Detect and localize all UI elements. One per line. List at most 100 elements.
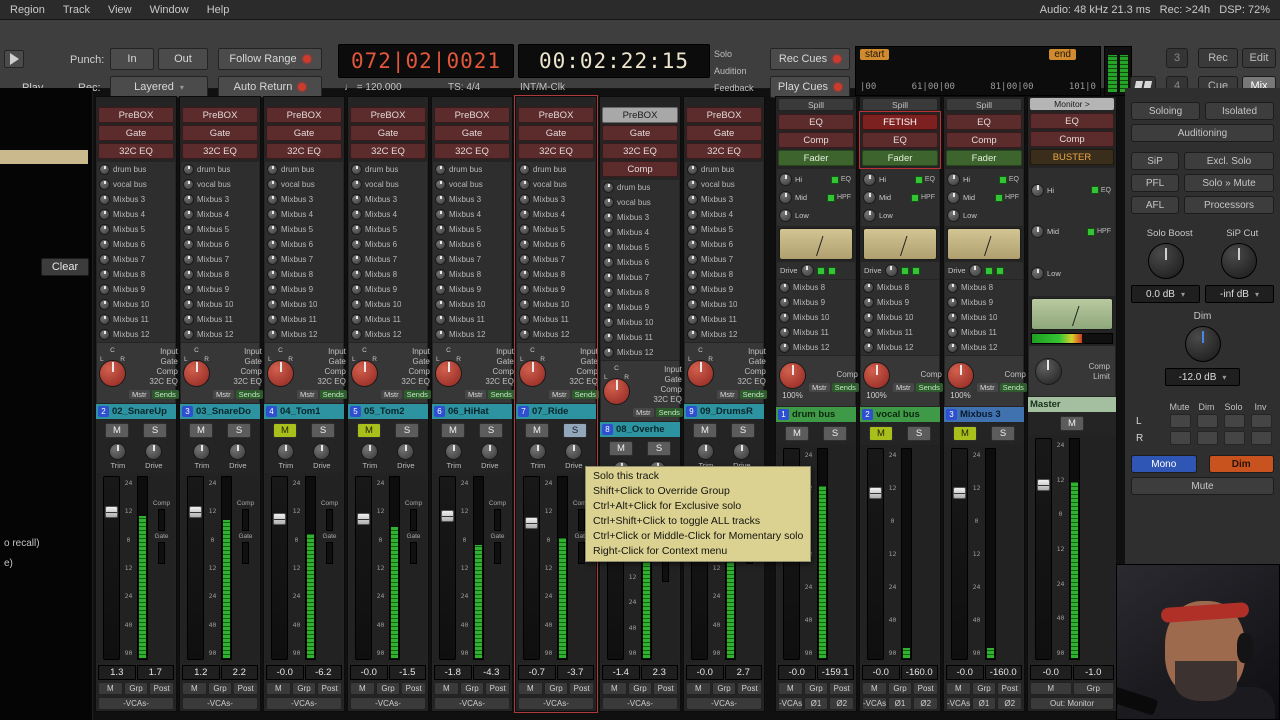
send-mixbus-9[interactable]: Mixbus 9 bbox=[181, 282, 259, 297]
send-knob[interactable] bbox=[435, 269, 446, 280]
l-mute-toggle[interactable] bbox=[1170, 414, 1191, 428]
mstr-button[interactable]: Mstr bbox=[977, 383, 998, 392]
solo-button[interactable]: S bbox=[479, 423, 503, 438]
processor-gate[interactable]: Gate bbox=[182, 125, 258, 141]
track-name[interactable]: 6 06_HiHat bbox=[432, 404, 512, 419]
send-mixbus-11[interactable]: Mixbus 11 bbox=[265, 312, 343, 327]
send-knob[interactable] bbox=[351, 164, 362, 175]
send-knob[interactable] bbox=[99, 314, 110, 325]
bottom-post[interactable]: Post bbox=[233, 682, 259, 695]
isolated-button[interactable]: Isolated bbox=[1205, 102, 1274, 120]
send-knob[interactable] bbox=[435, 224, 446, 235]
fader-handle[interactable] bbox=[357, 513, 370, 526]
send-mixbus-8[interactable]: Mixbus 8 bbox=[777, 280, 855, 295]
mstr-button[interactable]: Mstr bbox=[297, 390, 318, 399]
gain-display[interactable]: -0.7 bbox=[518, 665, 556, 680]
send-knob[interactable] bbox=[603, 287, 614, 298]
bottom-m[interactable]: M bbox=[266, 682, 291, 695]
send-knob[interactable] bbox=[603, 212, 614, 223]
solo-button[interactable]: S bbox=[227, 423, 251, 438]
eq-mid-knob[interactable] bbox=[779, 191, 792, 204]
processor-comp[interactable]: Comp bbox=[1030, 131, 1114, 147]
comp-knob[interactable] bbox=[779, 362, 806, 389]
send-mixbus-5[interactable]: Mixbus 5 bbox=[97, 222, 175, 237]
send-mixbus-10[interactable]: Mixbus 10 bbox=[861, 310, 939, 325]
sends-button[interactable]: Sends bbox=[319, 390, 347, 399]
eq-hi-knob[interactable] bbox=[947, 173, 960, 186]
sends-button[interactable]: Sends bbox=[655, 408, 683, 417]
bottom--vcas-[interactable]: -VCAs- bbox=[862, 697, 887, 710]
send-mixbus-6[interactable]: Mixbus 6 bbox=[517, 237, 595, 252]
send-vocal-bus[interactable]: vocal bus bbox=[265, 177, 343, 192]
gain-display[interactable]: -0.0 bbox=[862, 665, 900, 680]
send-knob[interactable] bbox=[435, 314, 446, 325]
send-knob[interactable] bbox=[267, 164, 278, 175]
start-marker[interactable]: start bbox=[860, 49, 890, 60]
mute-button[interactable]: M bbox=[785, 426, 809, 441]
send-knob[interactable] bbox=[435, 284, 446, 295]
rec-window-button[interactable]: Rec bbox=[1198, 48, 1238, 68]
eq-hi-knob[interactable] bbox=[863, 173, 876, 186]
send-mixbus-7[interactable]: Mixbus 7 bbox=[433, 252, 511, 267]
processor-32c-eq[interactable]: 32C EQ bbox=[182, 143, 258, 159]
sync-source[interactable]: INT/M-Clk bbox=[520, 82, 565, 93]
group-3-button[interactable]: 3 bbox=[1166, 48, 1188, 68]
bottom-post[interactable]: Post bbox=[317, 682, 343, 695]
send-knob[interactable] bbox=[779, 297, 790, 308]
send-knob[interactable] bbox=[267, 299, 278, 310]
fader[interactable] bbox=[1035, 438, 1052, 660]
pfl-button[interactable]: PFL bbox=[1131, 174, 1179, 192]
processor-gate[interactable]: Gate bbox=[518, 125, 594, 141]
bottom-post[interactable]: Post bbox=[401, 682, 427, 695]
send-mixbus-3[interactable]: Mixbus 3 bbox=[349, 192, 427, 207]
bottom-post[interactable]: Post bbox=[149, 682, 175, 695]
mute-button[interactable]: M bbox=[525, 423, 549, 438]
send-mixbus-10[interactable]: Mixbus 10 bbox=[97, 297, 175, 312]
send-mixbus-5[interactable]: Mixbus 5 bbox=[433, 222, 511, 237]
send-mixbus-4[interactable]: Mixbus 4 bbox=[181, 207, 259, 222]
processor-comp[interactable]: Comp bbox=[946, 132, 1022, 148]
send-knob[interactable] bbox=[779, 342, 790, 353]
gain-display[interactable]: -1.4 bbox=[602, 665, 640, 680]
send-knob[interactable] bbox=[99, 239, 110, 250]
send-knob[interactable] bbox=[603, 272, 614, 283]
send-mixbus-6[interactable]: Mixbus 6 bbox=[97, 237, 175, 252]
bottom-grp[interactable]: Grp bbox=[375, 682, 401, 695]
send-knob[interactable] bbox=[351, 224, 362, 235]
send-mixbus-5[interactable]: Mixbus 5 bbox=[265, 222, 343, 237]
processor-32c-eq[interactable]: 32C EQ bbox=[602, 143, 678, 159]
soloing-button[interactable]: Soloing bbox=[1131, 102, 1200, 120]
track-name[interactable]: 2 02_SnareUp bbox=[96, 404, 176, 419]
bottom-post[interactable]: Post bbox=[997, 682, 1023, 695]
peak-display[interactable]: -3.7 bbox=[556, 665, 594, 680]
dim-value[interactable]: -12.0 dB ▾ bbox=[1165, 368, 1240, 386]
send-mixbus-8[interactable]: Mixbus 8 bbox=[861, 280, 939, 295]
peak-display[interactable]: -159.1 bbox=[816, 665, 854, 680]
monitor-out-button[interactable]: Monitor > bbox=[1030, 98, 1114, 110]
send-drum-bus[interactable]: drum bus bbox=[517, 162, 595, 177]
time-signature[interactable]: TS: 4/4 bbox=[448, 82, 480, 93]
bottom-grp[interactable]: Grp bbox=[207, 682, 233, 695]
send-mixbus-8[interactable]: Mixbus 8 bbox=[601, 285, 679, 300]
peak-display[interactable]: 2.3 bbox=[640, 665, 678, 680]
dim-knob[interactable] bbox=[1184, 326, 1221, 362]
bottom--2[interactable]: Ø2 bbox=[829, 697, 855, 710]
send-knob[interactable] bbox=[183, 194, 194, 205]
fader[interactable] bbox=[355, 476, 372, 660]
spill-button[interactable]: Spill bbox=[946, 98, 1022, 111]
send-mixbus-12[interactable]: Mixbus 12 bbox=[265, 327, 343, 342]
gain-knob[interactable] bbox=[99, 359, 126, 387]
mute-button[interactable]: M bbox=[441, 423, 465, 438]
bottom-out-monitor[interactable]: Out: Monitor bbox=[1030, 697, 1114, 710]
send-mixbus-9[interactable]: Mixbus 9 bbox=[777, 295, 855, 310]
processor-eq[interactable]: EQ bbox=[1030, 113, 1114, 129]
send-knob[interactable] bbox=[519, 329, 530, 340]
processor-gate[interactable]: Gate bbox=[434, 125, 510, 141]
send-mixbus-8[interactable]: Mixbus 8 bbox=[265, 267, 343, 282]
send-knob[interactable] bbox=[519, 284, 530, 295]
sends-button[interactable]: Sends bbox=[487, 390, 515, 399]
track-name[interactable]: 4 04_Tom1 bbox=[264, 404, 344, 419]
send-mixbus-11[interactable]: Mixbus 11 bbox=[601, 330, 679, 345]
peak-display[interactable]: -160.0 bbox=[900, 665, 938, 680]
send-mixbus-9[interactable]: Mixbus 9 bbox=[861, 295, 939, 310]
